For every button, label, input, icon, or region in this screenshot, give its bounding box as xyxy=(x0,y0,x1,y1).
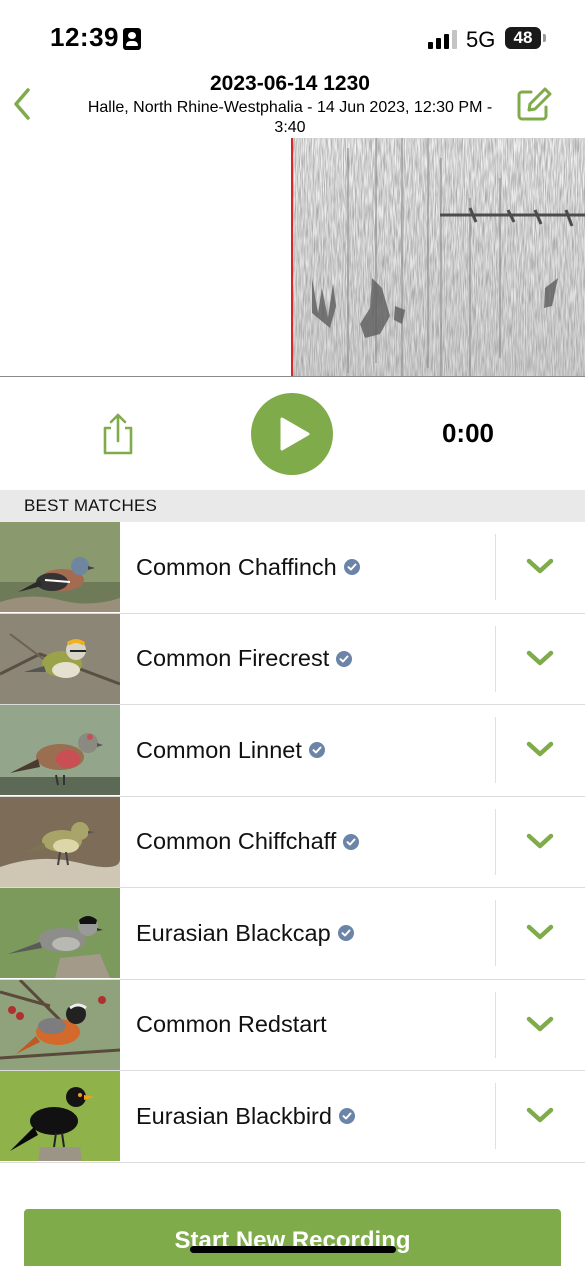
species-name: Common Linnet xyxy=(136,705,325,795)
bird-photo xyxy=(0,1071,120,1161)
back-button[interactable] xyxy=(8,84,40,124)
bird-photo xyxy=(0,796,120,887)
divider xyxy=(495,900,496,966)
chevron-down-icon xyxy=(526,1016,554,1031)
divider xyxy=(495,625,496,692)
recording-details: Halle, North Rhine-Westphalia - 14 Jun 2… xyxy=(87,99,493,136)
species-name-text: Common Chaffinch xyxy=(136,553,337,580)
edit-icon xyxy=(517,87,552,121)
bird-photo xyxy=(0,888,120,978)
play-icon xyxy=(280,417,310,451)
chevron-down-icon xyxy=(526,833,554,848)
match-row-common-chiffchaff[interactable]: Common Chiffchaff xyxy=(0,796,585,888)
species-name: Common Firecrest xyxy=(136,614,353,704)
match-row-eurasian-blackcap[interactable]: Eurasian Blackcap xyxy=(0,888,585,980)
home-indicator[interactable] xyxy=(190,1246,396,1253)
chevron-left-icon xyxy=(14,88,30,120)
expand-button[interactable] xyxy=(505,725,575,775)
share-icon xyxy=(103,413,133,455)
verified-icon xyxy=(343,833,360,850)
expand-button[interactable] xyxy=(505,1000,575,1050)
verified-icon xyxy=(338,1108,355,1124)
divider xyxy=(495,808,496,875)
player-controls: 0:00 xyxy=(0,378,585,490)
match-row-common-linnet[interactable]: Common Linnet xyxy=(0,705,585,797)
contact-card-icon xyxy=(123,28,141,50)
expand-button[interactable] xyxy=(505,634,575,684)
status-bar: 12:39 5G 48 xyxy=(0,0,585,70)
species-name: Common Chiffchaff xyxy=(136,797,360,887)
bird-photo xyxy=(0,522,120,612)
battery-icon: 48 xyxy=(505,27,546,49)
match-row-common-redstart[interactable]: Common Redstart xyxy=(0,979,585,1071)
bird-photo xyxy=(0,705,120,795)
expand-button[interactable] xyxy=(505,908,575,958)
status-time: 12:39 xyxy=(50,22,119,52)
verified-icon xyxy=(343,559,360,575)
matches-list: Common Chaffinch Common Firecrest Common… xyxy=(0,522,585,1163)
expand-button[interactable] xyxy=(505,542,575,592)
header: 2023-06-14 1230 Halle, North Rhine-Westp… xyxy=(0,70,585,138)
expand-button[interactable] xyxy=(505,1091,575,1141)
species-name-text: Eurasian Blackcap xyxy=(136,919,331,946)
chevron-down-icon xyxy=(526,558,554,574)
species-name-text: Common Redstart xyxy=(136,1011,327,1037)
start-new-recording-button[interactable]: Start New Recording xyxy=(24,1209,561,1266)
chevron-down-icon xyxy=(526,650,554,665)
match-row-eurasian-blackbird[interactable]: Eurasian Blackbird xyxy=(0,1071,585,1163)
species-name-text: Common Linnet xyxy=(136,736,302,763)
bird-photo xyxy=(0,613,120,704)
expand-button[interactable] xyxy=(505,817,575,867)
best-matches-header: BEST MATCHES xyxy=(0,490,585,522)
network-type: 5G xyxy=(466,27,496,52)
match-row-common-chaffinch[interactable]: Common Chaffinch xyxy=(0,522,585,614)
bird-photo xyxy=(0,979,120,1070)
species-name-text: Eurasian Blackbird xyxy=(136,1102,332,1129)
edit-button[interactable] xyxy=(514,84,554,124)
match-row-common-firecrest[interactable]: Common Firecrest xyxy=(0,613,585,705)
spectrogram[interactable] xyxy=(0,138,585,377)
playback-time: 0:00 xyxy=(441,418,495,448)
page-title: 2023-06-14 1230 xyxy=(210,72,370,95)
divider xyxy=(495,1083,496,1149)
species-name: Common Chaffinch xyxy=(136,522,360,612)
chevron-down-icon xyxy=(526,741,554,757)
verified-icon xyxy=(308,742,325,758)
species-name: Eurasian Blackcap xyxy=(136,888,354,978)
chevron-down-icon xyxy=(526,924,554,940)
playhead[interactable] xyxy=(291,138,293,376)
divider xyxy=(495,991,496,1058)
verified-icon xyxy=(336,650,353,667)
chevron-down-icon xyxy=(526,1107,554,1123)
species-name-text: Common Firecrest xyxy=(136,645,330,671)
play-button[interactable] xyxy=(251,393,333,475)
species-name: Eurasian Blackbird xyxy=(136,1071,355,1161)
species-name-text: Common Chiffchaff xyxy=(136,828,337,854)
divider xyxy=(495,717,496,783)
divider xyxy=(495,534,496,600)
cellular-signal-icon xyxy=(428,29,458,49)
share-button[interactable] xyxy=(100,412,136,456)
verified-icon xyxy=(337,925,354,941)
species-name: Common Redstart xyxy=(136,980,327,1070)
